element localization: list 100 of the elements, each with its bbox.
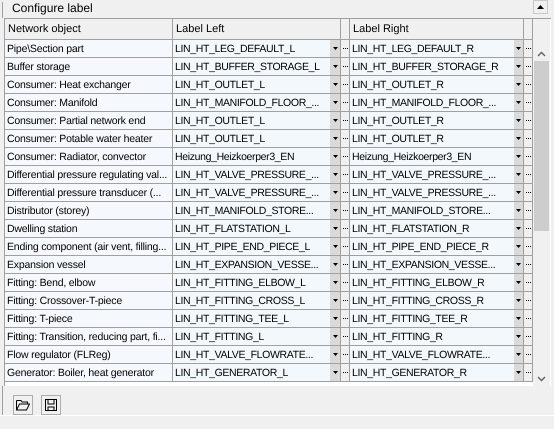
dropdown-arrow-icon[interactable]	[332, 353, 338, 356]
dropdown-arrow-icon[interactable]	[332, 65, 338, 68]
dropdown-arrow-icon[interactable]	[516, 209, 521, 212]
label-dropdown[interactable]: LIN_HT_MANIFOLD_FLOOR_...	[350, 94, 514, 112]
table-cell: Generator: Boiler, heat generator	[5, 364, 173, 382]
label-dropdown[interactable]: LIN_HT_VALVE_FLOWRATE...	[173, 346, 330, 364]
dropdown-arrow-icon[interactable]	[332, 47, 338, 50]
label-dropdown[interactable]: LIN_HT_VALVE_FLOWRATE...	[350, 346, 514, 364]
table-cell: Consumer: Radiator, convector	[5, 148, 173, 166]
scroll-down-icon[interactable]	[537, 376, 546, 382]
scroll-up-icon[interactable]	[537, 51, 546, 57]
label-dropdown[interactable]: LIN_HT_OUTLET_R	[350, 76, 514, 94]
dropdown-arrow-icon[interactable]	[332, 245, 338, 248]
label-dropdown[interactable]: Heizung_Heizkoerper3_EN	[173, 148, 330, 166]
label-dropdown[interactable]: LIN_HT_VALVE_PRESSURE_...	[350, 166, 514, 184]
dropdown-arrow-icon[interactable]	[516, 245, 521, 248]
dropdown-arrow-icon[interactable]	[516, 353, 521, 356]
group-title: Configure label	[11, 2, 94, 14]
label-dropdown[interactable]: Heizung_Heizkoerper3_EN	[350, 148, 514, 166]
label-dropdown[interactable]: LIN_HT_FLATSTATION_L	[173, 220, 330, 238]
label-dropdown[interactable]: LIN_HT_MANIFOLD_STORE...	[173, 202, 330, 220]
dropdown-arrow-icon[interactable]	[332, 119, 338, 122]
dropdown-arrow-icon[interactable]	[332, 335, 338, 338]
label-dropdown[interactable]: LIN_HT_FITTING_ELBOW_L	[173, 274, 330, 292]
dropdown-arrow-icon[interactable]	[332, 173, 338, 176]
column-header: Network object	[5, 19, 173, 40]
label-dropdown[interactable]: LIN_HT_FLATSTATION_R	[350, 220, 514, 238]
dropdown-arrow-icon[interactable]	[516, 65, 521, 68]
dropdown-arrow-icon[interactable]	[516, 47, 521, 50]
table-cell: Expansion vessel	[5, 256, 173, 274]
dropdown-arrow-icon[interactable]	[516, 119, 521, 122]
dropdown-arrow-icon[interactable]	[332, 83, 338, 86]
column-header: Label Right	[350, 19, 524, 40]
label-dropdown[interactable]: LIN_HT_FITTING_ELBOW_R	[350, 274, 514, 292]
dropdown-arrow-icon[interactable]	[332, 191, 338, 194]
dropdown-arrow-icon[interactable]	[332, 299, 338, 302]
dropdown-arrow-icon[interactable]	[516, 299, 521, 302]
label-dropdown[interactable]: LIN_HT_OUTLET_R	[350, 130, 514, 148]
table-cell: Consumer: Heat exchanger	[5, 76, 173, 94]
scroll-up-button[interactable]	[533, 0, 548, 14]
label-dropdown[interactable]: LIN_HT_OUTLET_R	[350, 112, 514, 130]
scroll-thumb[interactable]	[534, 61, 549, 231]
label-dropdown[interactable]: LIN_HT_EXPANSION_VESSE...	[173, 256, 330, 274]
table-cell: Buffer storage	[5, 58, 173, 76]
dropdown-arrow-icon[interactable]	[516, 227, 521, 230]
dropdown-arrow-icon[interactable]	[332, 371, 338, 374]
dropdown-arrow-icon[interactable]	[516, 281, 521, 284]
label-dropdown[interactable]: LIN_HT_LEG_DEFAULT_R	[350, 40, 514, 58]
label-dropdown[interactable]: LIN_HT_FITTING_TEE_L	[173, 310, 330, 328]
label-dropdown[interactable]: LIN_HT_VALVE_PRESSURE_...	[173, 166, 330, 184]
folder-icon	[16, 399, 30, 411]
label-dropdown[interactable]: LIN_HT_PIPE_END_PIECE_L	[173, 238, 330, 256]
label-dropdown[interactable]: LIN_HT_FITTING_L	[173, 328, 330, 346]
dropdown-arrow-icon[interactable]	[516, 371, 521, 374]
label-dropdown[interactable]: LIN_HT_EXPANSION_VESSE...	[350, 256, 514, 274]
label-dropdown[interactable]: LIN_HT_FITTING_CROSS_R	[350, 292, 514, 310]
label-dropdown[interactable]: LIN_HT_MANIFOLD_FLOOR_...	[173, 94, 330, 112]
dropdown-arrow-icon[interactable]	[516, 263, 521, 266]
open-button[interactable]	[13, 395, 33, 415]
dropdown-arrow-icon[interactable]	[516, 173, 521, 176]
label-dropdown[interactable]: LIN_HT_LEG_DEFAULT_L	[173, 40, 330, 58]
dropdown-arrow-icon[interactable]	[516, 137, 521, 140]
label-dropdown[interactable]: LIN_HT_MANIFOLD_STORE...	[350, 202, 514, 220]
label-dropdown[interactable]: LIN_HT_GENERATOR_L	[173, 364, 330, 382]
label-dropdown[interactable]: LIN_HT_OUTLET_L	[173, 130, 330, 148]
dropdown-arrow-icon[interactable]	[332, 209, 338, 212]
label-dropdown[interactable]: LIN_HT_BUFFER_STORAGE_R	[350, 58, 514, 76]
dropdown-arrow-icon[interactable]	[516, 317, 521, 320]
table-cell: Dwelling station	[5, 220, 173, 238]
dropdown-arrow-icon[interactable]	[516, 191, 521, 194]
label-dropdown[interactable]: LIN_HT_FITTING_TEE_R	[350, 310, 514, 328]
label-dropdown[interactable]: LIN_HT_GENERATOR_R	[350, 364, 514, 382]
table-cell: Pipe\Section part	[5, 40, 173, 58]
table-cell: Distributor (storey)	[5, 202, 173, 220]
dropdown-arrow-icon[interactable]	[332, 317, 338, 320]
dropdown-arrow-icon[interactable]	[332, 227, 338, 230]
dropdown-arrow-icon[interactable]	[516, 83, 521, 86]
table-cell: Flow regulator (FLReg)	[5, 346, 173, 364]
label-dropdown[interactable]: LIN_HT_BUFFER_STORAGE_L	[173, 58, 330, 76]
label-dropdown[interactable]: LIN_HT_FITTING_R	[350, 328, 514, 346]
label-dropdown[interactable]: LIN_HT_OUTLET_L	[173, 112, 330, 130]
label-dropdown[interactable]: LIN_HT_VALVE_PRESSURE_...	[173, 184, 330, 202]
save-button[interactable]	[41, 395, 61, 415]
label-dropdown[interactable]: LIN_HT_PIPE_END_PIECE_R	[350, 238, 514, 256]
column-header: Label Left	[173, 19, 341, 40]
table-cell: Fitting: Bend, elbow	[5, 274, 173, 292]
dropdown-arrow-icon[interactable]	[332, 263, 338, 266]
label-dropdown[interactable]: LIN_HT_VALVE_PRESSURE_...	[350, 184, 514, 202]
dropdown-arrow-icon[interactable]	[332, 155, 338, 158]
dropdown-arrow-icon[interactable]	[516, 155, 521, 158]
dropdown-arrow-icon[interactable]	[516, 335, 521, 338]
label-dropdown[interactable]: LIN_HT_FITTING_CROSS_L	[173, 292, 330, 310]
dropdown-arrow-icon[interactable]	[332, 281, 338, 284]
label-dropdown[interactable]: LIN_HT_OUTLET_L	[173, 76, 330, 94]
dropdown-arrow-icon[interactable]	[516, 101, 521, 104]
table-cell: Fitting: Crossover-T-piece	[5, 292, 173, 310]
arrow-up-icon	[537, 5, 544, 9]
dropdown-arrow-icon[interactable]	[332, 137, 338, 140]
dropdown-arrow-icon[interactable]	[332, 101, 338, 104]
table-cell: Fitting: Transition, reducing part, fi...	[5, 328, 173, 346]
